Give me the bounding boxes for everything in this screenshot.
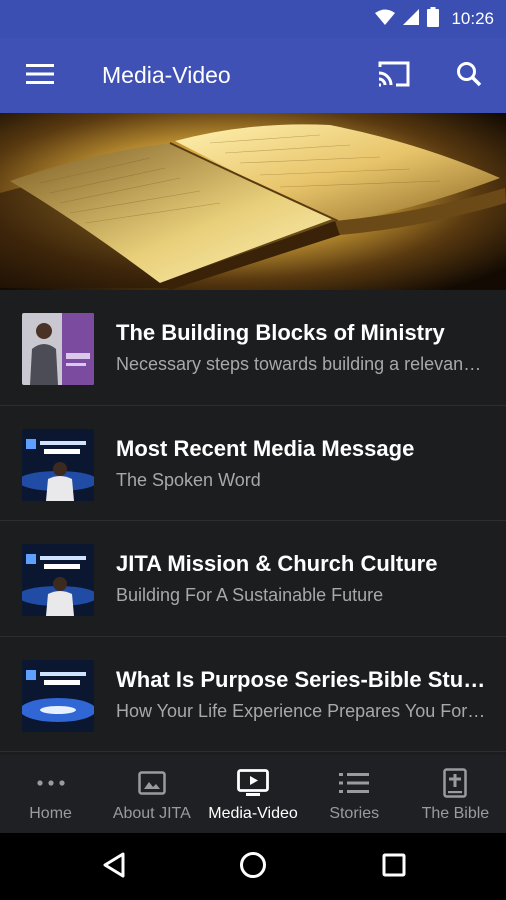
- back-icon: [102, 852, 126, 883]
- item-subtitle: How Your Life Experience Prepares You Fo…: [116, 700, 486, 721]
- tv-play-icon: [237, 769, 269, 797]
- more-dots-icon: [36, 769, 65, 797]
- item-subtitle: Building For A Sustainable Future: [116, 585, 384, 605]
- nav-media-video[interactable]: Media-Video: [202, 755, 303, 833]
- video-list: The Building Blocks of Ministry Necessar…: [0, 290, 506, 755]
- item-subtitle: The Spoken Word: [116, 469, 261, 490]
- page-title: Media-Video: [102, 62, 231, 88]
- back-button[interactable]: [94, 849, 134, 885]
- status-time: 10:26: [451, 9, 494, 28]
- bible-icon: [443, 768, 468, 798]
- video-thumbnail: [22, 544, 94, 616]
- item-title: JITA Mission & Church Culture: [116, 551, 438, 576]
- home-button[interactable]: [233, 849, 273, 885]
- video-thumbnail: [22, 428, 94, 501]
- nav-label: Stories: [329, 805, 380, 822]
- image-icon: [138, 769, 166, 797]
- wifi-icon: [375, 9, 396, 30]
- battery-icon: [427, 6, 440, 32]
- nav-label: The Bible: [421, 805, 490, 822]
- status-icons: 10:26: [375, 0, 494, 38]
- nav-stories[interactable]: Stories: [304, 755, 405, 833]
- item-title: Most Recent Media Message: [116, 435, 415, 461]
- item-title: What Is Purpose Series-Bible Study: [116, 666, 486, 692]
- recents-button[interactable]: [374, 849, 414, 885]
- video-thumbnail: [22, 313, 94, 385]
- nav-about-jita[interactable]: About JITA: [101, 755, 202, 833]
- cast-icon: [377, 60, 411, 93]
- status-bar: 10:26: [0, 0, 506, 38]
- video-thumbnail: [22, 659, 94, 732]
- system-navigation-bar: [0, 833, 506, 900]
- home-icon: [239, 851, 267, 884]
- nav-label: Home: [29, 805, 72, 822]
- search-icon: [456, 61, 482, 92]
- list-icon: [339, 769, 370, 797]
- hero-bible-image: [0, 113, 506, 290]
- signal-icon: [403, 8, 420, 30]
- menu-icon: [26, 63, 54, 89]
- list-item[interactable]: The Building Blocks of Ministry Necessar…: [0, 290, 506, 406]
- search-button[interactable]: [447, 56, 491, 96]
- nav-home[interactable]: Home: [0, 755, 101, 833]
- recents-icon: [382, 853, 406, 882]
- nav-label: Media-Video: [208, 805, 298, 822]
- list-item[interactable]: JITA Mission & Church Culture Building F…: [0, 521, 506, 637]
- list-item[interactable]: What Is Purpose Series-Bible Study How Y…: [0, 637, 506, 752]
- bottom-navigation: Home About JITA Media-Video Stories The …: [0, 755, 506, 833]
- nav-the-bible[interactable]: The Bible: [405, 755, 506, 833]
- menu-button[interactable]: [20, 58, 60, 94]
- app-bar: Media-Video: [0, 38, 506, 113]
- item-title: The Building Blocks of Ministry: [116, 320, 445, 345]
- cast-button[interactable]: [372, 56, 416, 96]
- list-item[interactable]: Most Recent Media Message The Spoken Wor…: [0, 406, 506, 521]
- nav-label: About JITA: [112, 805, 191, 822]
- item-subtitle: Necessary steps towards building a relev…: [116, 354, 486, 374]
